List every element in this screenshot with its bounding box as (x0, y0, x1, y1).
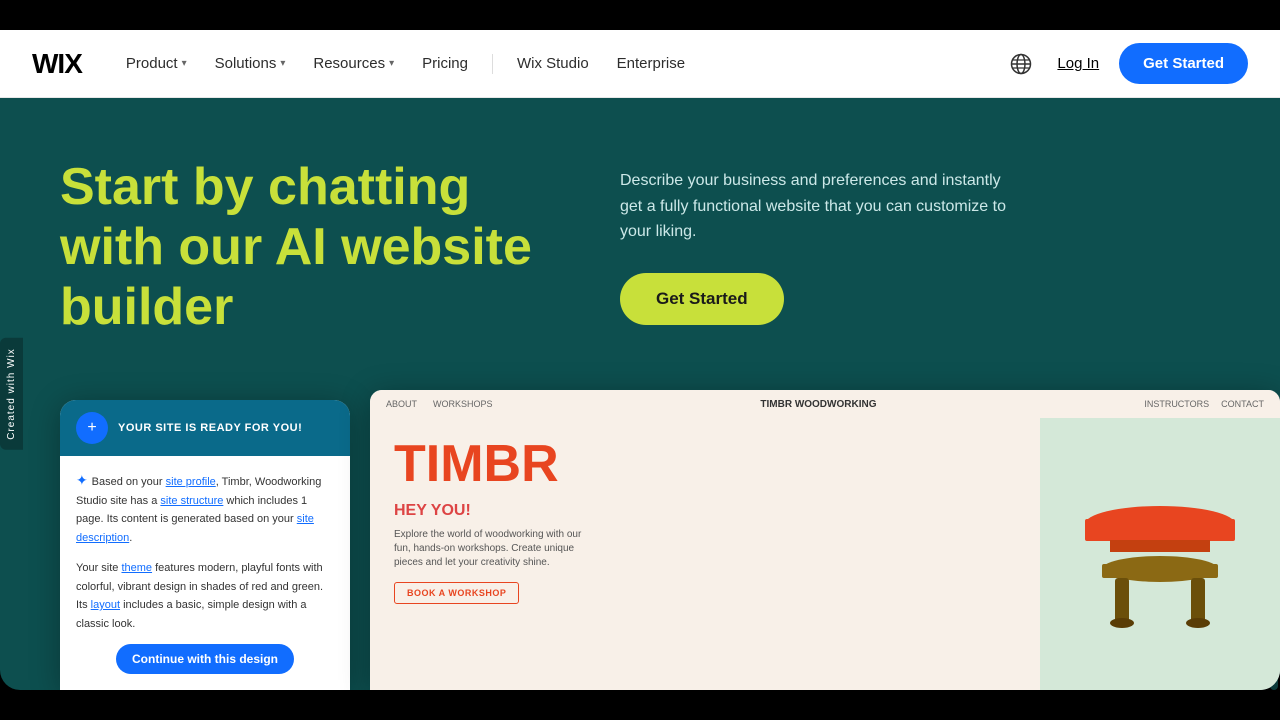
book-workshop-button[interactable]: BOOK A WORKSHOP (394, 582, 519, 604)
preview-content: TIMBR HEY YOU! Explore the world of wood… (370, 418, 1040, 690)
login-button[interactable]: Log In (1053, 47, 1103, 80)
website-preview-card: ABOUT WORKSHOPS TIMBR WOODWORKING INSTRU… (370, 390, 1280, 690)
chevron-down-icon: ▾ (389, 58, 394, 69)
navbar-right: Log In Get Started (1005, 43, 1248, 84)
preview-nav-links: ABOUT WORKSHOPS (386, 399, 493, 409)
nav-item-pricing[interactable]: Pricing (410, 47, 480, 80)
hero-right: Describe your business and preferences a… (560, 158, 1220, 325)
hero-description: Describe your business and preferences a… (620, 168, 1020, 245)
preview-hey-text: HEY YOU! (394, 502, 1016, 520)
chevron-down-icon: ▾ (280, 58, 285, 69)
nav-item-resources[interactable]: Resources ▾ (301, 47, 406, 80)
chat-header: + YOUR SITE IS READY FOR YOU! (60, 400, 350, 456)
preview-description: Explore the world of woodworking with ou… (394, 528, 594, 570)
cards-area: + YOUR SITE IS READY FOR YOU! ✦ Based on… (60, 390, 1280, 690)
chat-message-2: Your site theme features modern, playful… (76, 558, 334, 632)
chat-dot-icon: ✦ (76, 472, 92, 488)
chat-message-1: ✦ Based on your site profile, Timbr, Woo… (76, 472, 334, 546)
chat-card: + YOUR SITE IS READY FOR YOU! ✦ Based on… (60, 400, 350, 690)
hero-title: Start by chatting with our AI website bu… (60, 158, 560, 337)
side-tab: Created with Wix (0, 338, 23, 450)
chevron-down-icon: ▾ (182, 58, 187, 69)
preview-nav-right: INSTRUCTORS CONTACT (1144, 399, 1264, 409)
preview-brand-name: TIMBR WOODWORKING (760, 399, 876, 410)
continue-design-button[interactable]: Continue with this design (116, 644, 294, 674)
preview-image (1040, 418, 1280, 690)
preview-nav-instructors: INSTRUCTORS (1144, 399, 1209, 409)
nav-items: Product ▾ Solutions ▾ Resources ▾ Pricin… (114, 47, 697, 80)
preview-body: TIMBR HEY YOU! Explore the world of wood… (370, 418, 1280, 690)
nav-divider (492, 54, 493, 74)
preview-topbar: ABOUT WORKSHOPS TIMBR WOODWORKING INSTRU… (370, 390, 1280, 418)
wooden-table-illustration (1060, 464, 1260, 644)
globe-icon[interactable] (1005, 48, 1037, 80)
navbar: WIX Product ▾ Solutions ▾ Resources ▾ Pr… (0, 30, 1280, 98)
get-started-hero-button[interactable]: Get Started (620, 273, 784, 325)
nav-item-product[interactable]: Product ▾ (114, 47, 199, 80)
preview-brand-large: TIMBR (394, 438, 1016, 490)
preview-nav-contact: CONTACT (1221, 399, 1264, 409)
hero-left: Start by chatting with our AI website bu… (60, 158, 560, 377)
get-started-nav-button[interactable]: Get Started (1119, 43, 1248, 84)
navbar-left: WIX Product ▾ Solutions ▾ Resources ▾ Pr… (32, 47, 697, 80)
chat-header-text: YOUR SITE IS READY FOR YOU! (118, 422, 302, 434)
nav-item-enterprise[interactable]: Enterprise (605, 47, 697, 80)
preview-nav-workshops: WORKSHOPS (433, 399, 493, 409)
nav-item-solutions[interactable]: Solutions ▾ (203, 47, 298, 80)
chat-body: ✦ Based on your site profile, Timbr, Woo… (60, 456, 350, 690)
chat-icon: + (76, 412, 108, 444)
hero-section: Created with Wix Start by chatting with … (0, 98, 1280, 690)
preview-nav-about: ABOUT (386, 399, 417, 409)
logo[interactable]: WIX (32, 48, 82, 80)
nav-item-wix-studio[interactable]: Wix Studio (505, 47, 601, 80)
